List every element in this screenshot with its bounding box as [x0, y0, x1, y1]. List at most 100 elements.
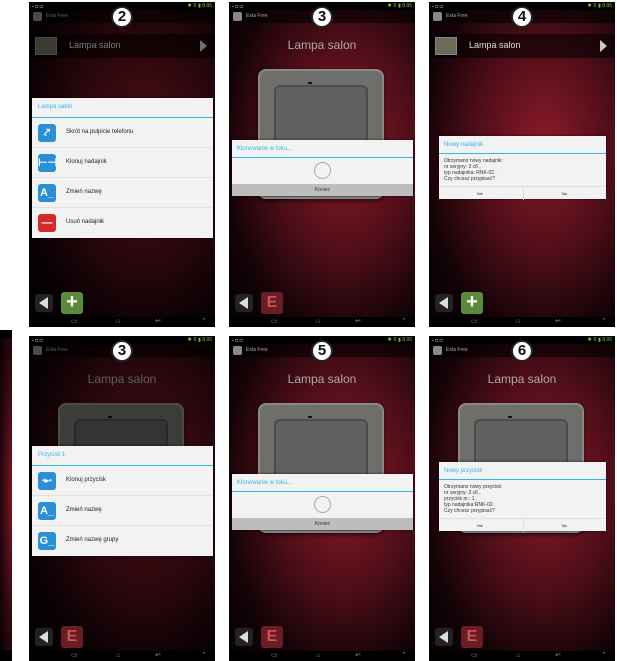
new-transmitter-dialog: Nowy nadajnik Otrzymano nowy nadajnik: n… [439, 136, 606, 200]
step-badge: 3 [311, 6, 333, 28]
up-icon[interactable]: ⌃ [201, 318, 207, 326]
back-nav-icon[interactable]: ↩ [555, 318, 561, 326]
menu-item-rename[interactable]: A_ Zmień nazwę [32, 178, 213, 208]
add-button[interactable]: + [61, 292, 83, 314]
screen-step-5-cloning: ▪ ◘ ◘ ✱ ⊽ ▮ 8.06 Exta Free 5 Lampa salon… [229, 336, 415, 661]
context-menu: Przycisk 1 •▸• Klonuj przycisk A_ Zmień … [32, 446, 213, 556]
up-icon[interactable]: ⌃ [601, 652, 607, 660]
back-button[interactable] [435, 628, 453, 646]
recent-apps-icon[interactable]: ▭ [271, 318, 278, 326]
step-badge: 4 [511, 6, 533, 28]
cloning-title: Klonowanie w toku... [232, 474, 413, 492]
home-icon[interactable]: ⌂ [316, 318, 320, 326]
finish-button[interactable]: Koniec [232, 184, 413, 196]
menu-item-label: Zmień nazwę grupy [66, 537, 119, 543]
home-icon[interactable]: ⌂ [316, 652, 320, 660]
new-button-dialog: Nowy przycisk Otrzymano nowy przycisk: n… [439, 462, 606, 532]
menu-item-clone-button[interactable]: •▸• Klonuj przycisk [32, 466, 213, 496]
back-nav-icon[interactable]: ↩ [155, 652, 161, 660]
bottom-bar: E [429, 623, 615, 651]
menu-item-rename-group[interactable]: G_ Zmień nazwę grupy [32, 526, 213, 556]
status-bar [0, 330, 12, 338]
back-nav-icon[interactable]: ↩ [555, 652, 561, 660]
recent-apps-icon[interactable]: ▭ [71, 652, 78, 660]
recent-apps-icon[interactable]: ▭ [471, 318, 478, 326]
screen-step-3-button-menu: ▪ ◘ ◘ ✱ ⊽ ▮ 8.06 Exta Free 3 Lampa salon… [29, 336, 215, 661]
edit-button[interactable]: E [461, 626, 483, 648]
nav-bar [0, 651, 12, 661]
home-icon[interactable]: ⌂ [516, 318, 520, 326]
no-button[interactable]: Nie [477, 523, 483, 528]
bottom-bar: + [29, 289, 215, 317]
edit-button[interactable]: E [261, 626, 283, 648]
up-icon[interactable]: ⌃ [401, 318, 407, 326]
nav-bar: ▭ ⌂ ↩ ⌃ [429, 317, 615, 327]
bottom-bar: + [429, 289, 615, 317]
left-edge-fragment [0, 330, 12, 661]
back-nav-icon[interactable]: ↩ [355, 318, 361, 326]
up-icon[interactable]: ⌃ [601, 318, 607, 326]
dialog-title: Nowy przycisk [439, 462, 606, 480]
room-strip[interactable]: Lampa salon [429, 34, 615, 58]
no-button[interactable]: Nie [477, 191, 483, 196]
chevron-right-icon[interactable] [600, 40, 607, 52]
menu-item-label: Zmień nazwę [66, 189, 102, 195]
back-button[interactable] [435, 294, 453, 312]
dialog-line: Czy chcesz przypisać? [444, 508, 495, 514]
finish-button[interactable]: Koniec [232, 518, 413, 530]
app-name: Exta Free [446, 13, 468, 19]
recent-apps-icon[interactable]: ▭ [271, 652, 278, 660]
back-button[interactable] [35, 628, 53, 646]
back-nav-icon[interactable]: ↩ [155, 318, 161, 326]
home-icon[interactable]: ⌂ [116, 318, 120, 326]
menu-item-rename[interactable]: A_ Zmień nazwę [32, 496, 213, 526]
cloning-title: Klonowanie w toku... [232, 140, 413, 158]
step-badge: 3 [111, 340, 133, 362]
up-icon[interactable]: ⌃ [201, 652, 207, 660]
screen-step-2-menu: ▪ ◘ ◘ ✱ ⊽ ▮ 8.06 Exta Free 2 Lampa salon… [29, 2, 215, 327]
app-icon [233, 346, 242, 355]
edit-button[interactable]: E [61, 626, 83, 648]
menu-item-label: Klonuj przycisk [66, 477, 107, 483]
dialog-line: Czy chcesz przypisać? [444, 176, 495, 182]
screen-step-3-cloning: ▪ ◘ ◘ ✱ ⊽ ▮ 8.06 Exta Free 3 Lampa salon… [229, 2, 415, 327]
app-icon [233, 12, 242, 21]
step-badge: 5 [311, 340, 333, 362]
back-button[interactable] [35, 294, 53, 312]
yes-button[interactable]: Tak [561, 523, 567, 528]
dialog-body: Otrzymano nowy nadajnik: nr seryjny: 3 c… [439, 154, 606, 186]
menu-item-delete[interactable]: — Usuń nadajnik [32, 208, 213, 238]
recent-apps-icon[interactable]: ▭ [471, 652, 478, 660]
shortcut-icon: ⤤ [38, 124, 56, 142]
menu-item-shortcut[interactable]: ⤤ Skrót na pulpicie telefonu [32, 118, 213, 148]
rename-icon: A_ [38, 184, 56, 202]
led-indicator [308, 416, 312, 418]
status-right: ✱ ⊽ ▮ 8.06 [587, 337, 613, 343]
led-indicator [308, 82, 312, 84]
step-badge: 2 [111, 6, 133, 28]
menu-item-label: Klonuj nadajnik [66, 159, 107, 165]
yes-button[interactable]: Tak [561, 191, 567, 196]
nav-bar: ▭ ⌂ ↩ ⌃ [229, 317, 415, 327]
back-nav-icon[interactable]: ↩ [355, 652, 361, 660]
status-right: ✱ ⊽ ▮ 8.06 [587, 3, 613, 9]
back-button[interactable] [235, 294, 253, 312]
home-icon[interactable]: ⌂ [116, 652, 120, 660]
bottom-bar: E [29, 623, 215, 651]
home-icon[interactable]: ⌂ [516, 652, 520, 660]
add-button[interactable]: + [461, 292, 483, 314]
spinner-icon [314, 162, 331, 179]
app-name: Exta Free [246, 13, 268, 19]
up-icon[interactable]: ⌃ [401, 652, 407, 660]
menu-item-label: Zmień nazwę [66, 507, 102, 513]
edit-button[interactable]: E [261, 292, 283, 314]
back-button[interactable] [235, 628, 253, 646]
room-title: Lampa salon [287, 38, 357, 52]
app-name: Exta Free [446, 347, 468, 353]
menu-item-clone-transmitter[interactable]: ⊢⊣ Klonuj nadajnik [32, 148, 213, 178]
button-divider [522, 519, 524, 532]
room-title: Lampa salon [487, 372, 557, 386]
cloning-dialog: Klonowanie w toku... Koniec [232, 140, 413, 196]
dialog-title: Nowy nadajnik [439, 136, 606, 154]
recent-apps-icon[interactable]: ▭ [71, 318, 78, 326]
